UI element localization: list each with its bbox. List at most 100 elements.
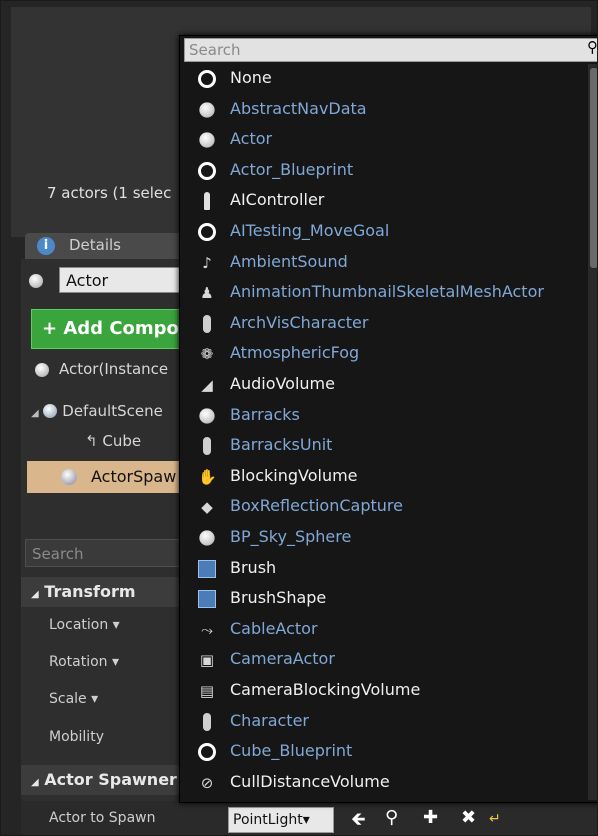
actor-spawner-section-header[interactable]: ◢ Actor Spawner	[21, 765, 191, 795]
actors-count-label: 7 actors (1 selec	[47, 184, 172, 202]
actor-name-field[interactable]: Actor	[59, 267, 187, 293]
class-list-item-label: Actor	[230, 129, 273, 149]
tree-item-default-scene-root[interactable]: ◢ DefaultScene	[31, 402, 163, 420]
class-list-item[interactable]: Actor_Blueprint	[180, 156, 588, 186]
class-list: None AbstractNavData Actor Actor_Blueprint A…	[180, 64, 588, 800]
info-icon: i	[37, 237, 55, 255]
add-plus-icon[interactable]: ✚	[423, 807, 438, 828]
controller-icon	[204, 192, 210, 211]
class-list-item[interactable]: BarracksUnit	[180, 431, 588, 461]
location-dropdown[interactable]: Location ▾	[49, 617, 120, 633]
sphere-icon	[199, 101, 215, 118]
cube-icon	[198, 559, 216, 578]
add-component-button[interactable]: + Add Compo	[31, 309, 187, 349]
class-list-item[interactable]: Cube_Blueprint	[180, 737, 588, 767]
class-list-item[interactable]: None	[180, 64, 588, 94]
class-list-item-label: CullDistanceVolume	[230, 771, 390, 791]
spawner-component-icon	[61, 469, 77, 485]
class-list-item[interactable]: BP_Sky_Sphere	[180, 523, 588, 553]
class-list-item[interactable]: ArchVisCharacter	[180, 309, 588, 339]
class-list-item-label: Brush	[230, 557, 277, 577]
capsule-icon	[203, 314, 211, 333]
actor-class-combo[interactable]: PointLight▾	[228, 807, 334, 833]
class-list-item[interactable]: ♟ AnimationThumbnailSkeletalMeshActor	[180, 278, 588, 308]
transform-section-header[interactable]: ◢ Transform	[21, 577, 191, 607]
class-list-item[interactable]: ⊘ CullDistanceVolume	[180, 768, 588, 798]
collapse-arrow-icon[interactable]: ◢	[31, 408, 39, 419]
class-list-item-label: Barracks	[230, 404, 300, 424]
class-list-item-label: AnimationThumbnailSkeletalMeshActor	[230, 282, 544, 302]
ring-icon	[198, 161, 216, 180]
capsule-icon	[203, 712, 211, 731]
camera-volume-icon: ▤	[199, 682, 215, 700]
browse-search-icon[interactable]: ⚲	[385, 807, 398, 828]
details-search-input[interactable]: Search	[25, 539, 187, 567]
actor-instance-label[interactable]: Actor(Instance	[59, 360, 168, 378]
tree-root-label: DefaultScene	[62, 402, 163, 420]
ring-icon	[198, 743, 216, 762]
tree-item-actor-spawner[interactable]: ActorSpaw	[27, 461, 187, 493]
actor-spawner-section-label: Actor Spawner	[44, 770, 177, 789]
class-list-item-label: AITesting_MoveGoal	[230, 221, 390, 240]
class-list-item[interactable]: ◢ AudioVolume	[180, 370, 588, 400]
class-list-item[interactable]: AIController	[180, 186, 588, 216]
class-list-item[interactable]: ◆ BoxReflectionCapture	[180, 492, 588, 522]
figure-icon: ♟	[200, 284, 214, 303]
camera-icon: ▣	[199, 651, 215, 670]
class-list-item[interactable]: ▣ CameraActor	[180, 645, 588, 675]
sphere-icon	[199, 530, 215, 546]
collapse-arrow-icon: ◢	[31, 777, 39, 788]
class-list-item[interactable]: Character	[180, 707, 588, 737]
class-list-item-label: CameraActor	[230, 649, 335, 669]
class-list-item[interactable]: Brush	[180, 554, 588, 584]
cube-icon	[198, 590, 216, 609]
scale-dropdown[interactable]: Scale ▾	[49, 691, 98, 707]
class-list-item[interactable]: ♪ AmbientSound	[180, 248, 588, 278]
cable-icon: ⤳	[200, 620, 213, 639]
fog-icon: ❁	[200, 345, 214, 364]
class-list-item[interactable]: Barracks	[180, 401, 588, 431]
class-list-item-label: Actor_Blueprint	[230, 159, 354, 179]
tab-details[interactable]: i Details	[25, 233, 185, 259]
class-list-item[interactable]: BrushShape	[180, 584, 588, 614]
sphere-icon	[199, 407, 215, 424]
audio-volume-icon: ◢	[201, 376, 213, 394]
class-list-item[interactable]: AITesting_MoveGoal	[180, 217, 588, 247]
reset-arrow-icon[interactable]: ↵	[489, 811, 501, 827]
rotation-dropdown[interactable]: Rotation ▾	[49, 654, 119, 670]
class-list-item-label: BrushShape	[230, 588, 327, 608]
class-list-item[interactable]: ⤳ CableActor	[180, 615, 588, 645]
cull-icon: ⊘	[200, 773, 214, 792]
transform-section-label: Transform	[44, 582, 136, 601]
class-list-item-label: AtmosphericFog	[230, 343, 360, 363]
editor-window: 7 actors (1 selec i Details Actor + Add …	[0, 0, 598, 836]
class-list-item-label: BlockingVolume	[230, 465, 358, 485]
scrollbar-thumb[interactable]	[590, 68, 597, 268]
class-list-item[interactable]: Actor	[180, 125, 588, 155]
class-list-item[interactable]: AbstractNavData	[180, 95, 588, 125]
clear-x-icon[interactable]: ✖	[461, 807, 476, 828]
class-list-item-label: BoxReflectionCapture	[230, 496, 403, 516]
tab-details-label: Details	[69, 236, 122, 254]
ring-icon	[198, 223, 216, 241]
class-picker-dropdown: Search ⚲ None AbstractNavData Actor Actor_B…	[179, 35, 597, 803]
class-list-item-label: Character	[230, 710, 309, 730]
hand-icon: ✋	[198, 467, 217, 486]
ring-icon	[198, 70, 216, 88]
class-list-item-label: ArchVisCharacter	[230, 312, 369, 332]
class-list-item[interactable]: ▤ CameraBlockingVolume	[180, 676, 588, 706]
tree-item-cube[interactable]: ↰ Cube	[85, 432, 141, 450]
class-list-item-label: CableActor	[230, 618, 318, 638]
class-search-input[interactable]: Search	[184, 38, 597, 62]
use-selected-arrow-icon[interactable]: 🡸	[351, 807, 366, 835]
class-list-item-label: None	[230, 68, 272, 87]
class-list-item-label: AIController	[230, 190, 325, 210]
sphere-icon	[199, 132, 215, 148]
class-list-scrollbar[interactable]	[588, 64, 597, 800]
scene-component-icon	[43, 404, 58, 418]
class-list-item[interactable]: ✋ BlockingVolume	[180, 462, 588, 492]
class-list-item[interactable]: ❁ AtmosphericFog	[180, 339, 588, 369]
static-mesh-icon: ↰	[85, 432, 98, 450]
reflection-icon: ◆	[201, 498, 213, 517]
class-list-item-label: AmbientSound	[230, 251, 348, 271]
